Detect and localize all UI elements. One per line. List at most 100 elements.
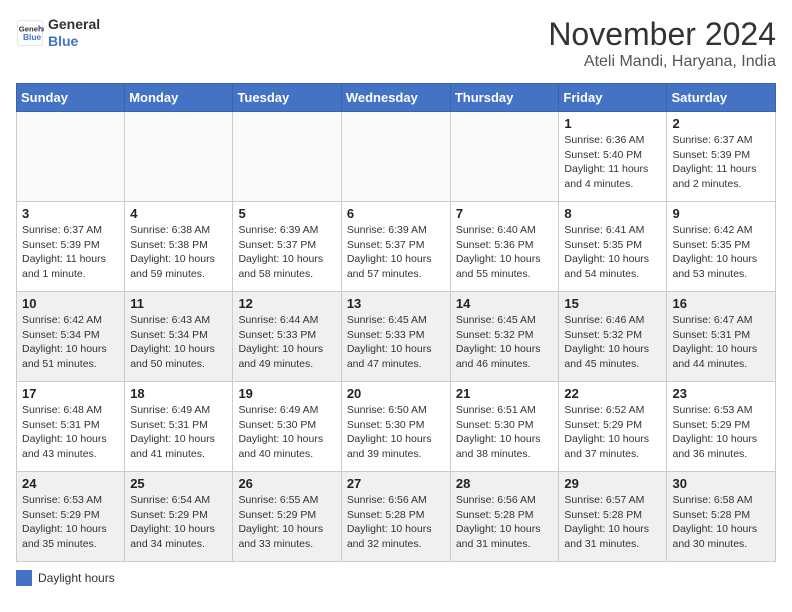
day-number: 5 <box>238 206 335 221</box>
legend-color-box <box>16 570 32 586</box>
day-number: 12 <box>238 296 335 311</box>
day-info: Sunrise: 6:43 AM Sunset: 5:34 PM Dayligh… <box>130 313 227 372</box>
calendar-cell: 28 Sunrise: 6:56 AM Sunset: 5:28 PM Dayli… <box>450 472 559 562</box>
day-info: Sunrise: 6:47 AM Sunset: 5:31 PM Dayligh… <box>672 313 770 372</box>
logo-text-general: General <box>48 16 100 33</box>
day-info: Sunrise: 6:56 AM Sunset: 5:28 PM Dayligh… <box>347 493 445 552</box>
weekday-header-monday: Monday <box>125 84 233 112</box>
day-info: Sunrise: 6:40 AM Sunset: 5:36 PM Dayligh… <box>456 223 554 282</box>
day-number: 29 <box>564 476 661 491</box>
calendar-cell: 13 Sunrise: 6:45 AM Sunset: 5:33 PM Dayli… <box>341 292 450 382</box>
day-number: 9 <box>672 206 770 221</box>
day-info: Sunrise: 6:53 AM Sunset: 5:29 PM Dayligh… <box>22 493 119 552</box>
day-info: Sunrise: 6:42 AM Sunset: 5:35 PM Dayligh… <box>672 223 770 282</box>
day-info: Sunrise: 6:45 AM Sunset: 5:32 PM Dayligh… <box>456 313 554 372</box>
day-number: 1 <box>564 116 661 131</box>
day-number: 8 <box>564 206 661 221</box>
calendar-cell: 26Sunrise: 6:55 AM Sunset: 5:29 PM Dayli… <box>233 472 341 562</box>
weekday-header-sunday: Sunday <box>17 84 125 112</box>
calendar-cell: 12 Sunrise: 6:44 AM Sunset: 5:33 PM Dayli… <box>233 292 341 382</box>
calendar-cell: 15Sunrise: 6:46 AM Sunset: 5:32 PM Dayli… <box>559 292 667 382</box>
header: General Blue General Blue November 2024 … <box>16 16 776 71</box>
day-number: 25 <box>130 476 227 491</box>
logo: General Blue General Blue <box>16 16 100 50</box>
day-number: 23 <box>672 386 770 401</box>
calendar-cell: 1 Sunrise: 6:36 AM Sunset: 5:40 PM Daylig… <box>559 112 667 202</box>
calendar-cell: 21 Sunrise: 6:51 AM Sunset: 5:30 PM Dayli… <box>450 382 559 472</box>
calendar-cell: 20Sunrise: 6:50 AM Sunset: 5:30 PM Dayli… <box>341 382 450 472</box>
location-subtitle: Ateli Mandi, Haryana, India <box>548 53 776 71</box>
calendar-week-row: 24 Sunrise: 6:53 AM Sunset: 5:29 PM Dayli… <box>17 472 776 562</box>
calendar-cell: 5 Sunrise: 6:39 AM Sunset: 5:37 PM Daylig… <box>233 202 341 292</box>
weekday-header-saturday: Saturday <box>667 84 776 112</box>
logo-icon: General Blue <box>16 19 44 47</box>
day-info: Sunrise: 6:36 AM Sunset: 5:40 PM Dayligh… <box>564 133 661 192</box>
day-number: 21 <box>456 386 554 401</box>
month-title: November 2024 <box>548 16 776 53</box>
calendar-cell: 17Sunrise: 6:48 AM Sunset: 5:31 PM Dayli… <box>17 382 125 472</box>
day-number: 17 <box>22 386 119 401</box>
calendar-week-row: 1 Sunrise: 6:36 AM Sunset: 5:40 PM Daylig… <box>17 112 776 202</box>
day-number: 18 <box>130 386 227 401</box>
calendar-cell: 16 Sunrise: 6:47 AM Sunset: 5:31 PM Dayli… <box>667 292 776 382</box>
calendar-cell: 8 Sunrise: 6:41 AM Sunset: 5:35 PM Daylig… <box>559 202 667 292</box>
day-info: Sunrise: 6:37 AM Sunset: 5:39 PM Dayligh… <box>672 133 770 192</box>
calendar-cell: 6 Sunrise: 6:39 AM Sunset: 5:37 PM Daylig… <box>341 202 450 292</box>
day-number: 28 <box>456 476 554 491</box>
weekday-header-tuesday: Tuesday <box>233 84 341 112</box>
calendar-cell: 29 Sunrise: 6:57 AM Sunset: 5:28 PM Dayli… <box>559 472 667 562</box>
calendar-cell: 9 Sunrise: 6:42 AM Sunset: 5:35 PM Daylig… <box>667 202 776 292</box>
calendar-cell: 18 Sunrise: 6:49 AM Sunset: 5:31 PM Dayli… <box>125 382 233 472</box>
calendar-table: SundayMondayTuesdayWednesdayThursdayFrid… <box>16 83 776 562</box>
day-number: 27 <box>347 476 445 491</box>
day-number: 4 <box>130 206 227 221</box>
logo-text-blue: Blue <box>48 33 100 50</box>
day-info: Sunrise: 6:51 AM Sunset: 5:30 PM Dayligh… <box>456 403 554 462</box>
day-number: 6 <box>347 206 445 221</box>
day-number: 30 <box>672 476 770 491</box>
day-info: Sunrise: 6:45 AM Sunset: 5:33 PM Dayligh… <box>347 313 445 372</box>
day-info: Sunrise: 6:58 AM Sunset: 5:28 PM Dayligh… <box>672 493 770 552</box>
day-info: Sunrise: 6:53 AM Sunset: 5:29 PM Dayligh… <box>672 403 770 462</box>
day-number: 7 <box>456 206 554 221</box>
day-info: Sunrise: 6:49 AM Sunset: 5:30 PM Dayligh… <box>238 403 335 462</box>
calendar-cell: 2Sunrise: 6:37 AM Sunset: 5:39 PM Daylig… <box>667 112 776 202</box>
day-info: Sunrise: 6:37 AM Sunset: 5:39 PM Dayligh… <box>22 223 119 282</box>
calendar-week-row: 3 Sunrise: 6:37 AM Sunset: 5:39 PM Daylig… <box>17 202 776 292</box>
day-number: 11 <box>130 296 227 311</box>
calendar-cell: 25Sunrise: 6:54 AM Sunset: 5:29 PM Dayli… <box>125 472 233 562</box>
day-info: Sunrise: 6:44 AM Sunset: 5:33 PM Dayligh… <box>238 313 335 372</box>
day-number: 15 <box>564 296 661 311</box>
day-info: Sunrise: 6:50 AM Sunset: 5:30 PM Dayligh… <box>347 403 445 462</box>
svg-text:Blue: Blue <box>23 32 41 42</box>
day-number: 22 <box>564 386 661 401</box>
day-info: Sunrise: 6:38 AM Sunset: 5:38 PM Dayligh… <box>130 223 227 282</box>
day-number: 16 <box>672 296 770 311</box>
calendar-cell <box>233 112 341 202</box>
day-info: Sunrise: 6:39 AM Sunset: 5:37 PM Dayligh… <box>347 223 445 282</box>
weekday-header-wednesday: Wednesday <box>341 84 450 112</box>
day-info: Sunrise: 6:39 AM Sunset: 5:37 PM Dayligh… <box>238 223 335 282</box>
day-number: 24 <box>22 476 119 491</box>
footer: Daylight hours <box>16 570 776 586</box>
title-area: November 2024 Ateli Mandi, Haryana, Indi… <box>548 16 776 71</box>
calendar-cell <box>125 112 233 202</box>
day-number: 26 <box>238 476 335 491</box>
day-info: Sunrise: 6:49 AM Sunset: 5:31 PM Dayligh… <box>130 403 227 462</box>
calendar-cell: 14Sunrise: 6:45 AM Sunset: 5:32 PM Dayli… <box>450 292 559 382</box>
day-number: 10 <box>22 296 119 311</box>
calendar-cell: 30 Sunrise: 6:58 AM Sunset: 5:28 PM Dayli… <box>667 472 776 562</box>
calendar-cell <box>341 112 450 202</box>
day-info: Sunrise: 6:41 AM Sunset: 5:35 PM Dayligh… <box>564 223 661 282</box>
calendar-cell: 7 Sunrise: 6:40 AM Sunset: 5:36 PM Daylig… <box>450 202 559 292</box>
calendar-cell: 4 Sunrise: 6:38 AM Sunset: 5:38 PM Daylig… <box>125 202 233 292</box>
day-number: 13 <box>347 296 445 311</box>
calendar-cell: 23 Sunrise: 6:53 AM Sunset: 5:29 PM Dayli… <box>667 382 776 472</box>
day-info: Sunrise: 6:56 AM Sunset: 5:28 PM Dayligh… <box>456 493 554 552</box>
day-info: Sunrise: 6:42 AM Sunset: 5:34 PM Dayligh… <box>22 313 119 372</box>
day-number: 3 <box>22 206 119 221</box>
day-number: 19 <box>238 386 335 401</box>
day-info: Sunrise: 6:57 AM Sunset: 5:28 PM Dayligh… <box>564 493 661 552</box>
weekday-header-friday: Friday <box>559 84 667 112</box>
weekday-header-thursday: Thursday <box>450 84 559 112</box>
